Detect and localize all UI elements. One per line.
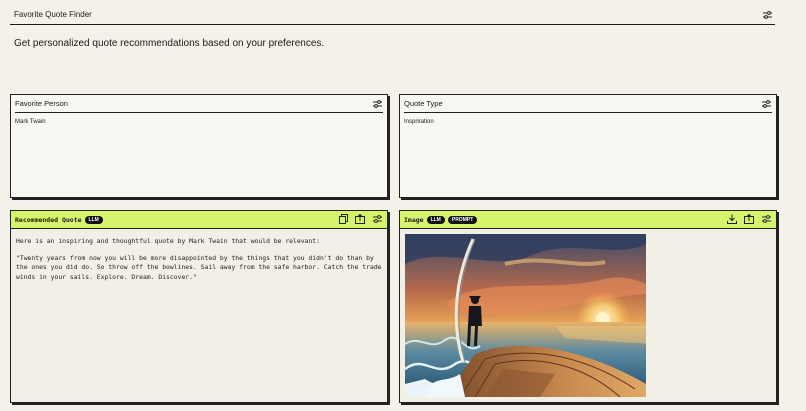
- image-panel: Image LLM PROMPT: [399, 210, 777, 403]
- quote-type-input[interactable]: Inspriration: [400, 113, 776, 131]
- sliders-icon[interactable]: [760, 213, 772, 225]
- app-header: Favorite Quote Finder: [10, 6, 775, 25]
- sliders-icon[interactable]: [371, 213, 383, 225]
- page-subtitle: Get personalized quote recommendations b…: [14, 38, 325, 49]
- panel-title: Image LLM PROMPT: [404, 216, 478, 224]
- sliders-icon[interactable]: [760, 98, 772, 110]
- download-icon[interactable]: [726, 213, 738, 225]
- prompt-badge: PROMPT: [447, 216, 478, 224]
- sliders-icon[interactable]: [371, 98, 383, 110]
- app-title: Favorite Quote Finder: [14, 10, 92, 19]
- export-icon[interactable]: [354, 213, 366, 225]
- generated-image: [405, 234, 646, 397]
- favorite-person-card[interactable]: Favorite Person Mark Twain: [10, 94, 388, 198]
- image-label: Image: [404, 216, 424, 224]
- export-icon[interactable]: [743, 213, 755, 225]
- panel-header: Recommended Quote LLM: [11, 211, 387, 229]
- favorite-person-label: Favorite Person: [15, 99, 68, 108]
- llm-badge: LLM: [426, 216, 445, 224]
- favorite-person-input[interactable]: Mark Twain: [11, 113, 387, 131]
- panel-header: Image LLM PROMPT: [400, 211, 776, 229]
- quote-text: "Twenty years from now you will be more …: [16, 253, 382, 281]
- llm-badge: LLM: [84, 216, 103, 224]
- recommended-quote-panel: Recommended Quote LLM Here is an inspirin…: [10, 210, 388, 403]
- quote-output: Here is an inspiring and thoughtful quot…: [11, 229, 387, 297]
- sliders-icon[interactable]: [761, 9, 773, 21]
- quote-intro: Here is an inspiring and thoughtful quot…: [16, 237, 320, 245]
- quote-type-card[interactable]: Quote Type Inspriration: [399, 94, 777, 198]
- quote-type-label: Quote Type: [404, 99, 443, 108]
- panel-title: Recommended Quote LLM: [15, 216, 103, 224]
- recommended-quote-label: Recommended Quote: [15, 216, 82, 224]
- copy-icon[interactable]: [337, 213, 349, 225]
